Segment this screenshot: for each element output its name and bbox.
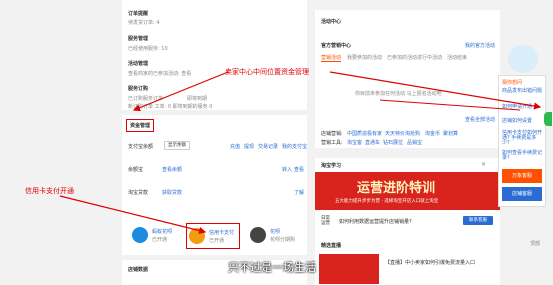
tab-joined[interactable]: 已参加的活动 xyxy=(387,54,417,61)
link-recharge[interactable]: 充值 xyxy=(230,143,240,150)
banner-sub: 五大能力提升步步为营 · 选择淘宝开店入口就上淘宝 xyxy=(335,199,439,204)
loan-label: 淘宝贷款 xyxy=(128,190,149,196)
learning-title: 淘宝学习 xyxy=(321,163,342,169)
live-caption[interactable]: 【直播】中小卖家如何引爆免费流量入口 xyxy=(385,260,493,266)
pay-item-title: 花呗 xyxy=(270,229,281,235)
activity-more-link[interactable]: 我的官方活动 xyxy=(465,42,495,49)
shop-data-title: 店铺数据 xyxy=(128,267,149,273)
annotation-credit-card: 信用卡支付开通 xyxy=(25,187,74,195)
service-manage-title: 服务管理 xyxy=(128,36,149,42)
activity-empty-text: 你目前未参加任何活动 马上报名活动吧 xyxy=(355,91,442,97)
alipay-icon xyxy=(132,227,148,243)
order-manage-title: 订单提醒 xyxy=(128,11,149,17)
link-jiyoujia[interactable]: 极有家 xyxy=(367,130,382,137)
order-pending[interactable]: 待发货订单: 4 xyxy=(128,19,159,26)
fund-panel: 资金管理 支付宝余额 显示余额 充值 提现 交易记录 我的支付宝 余额宝 查看余… xyxy=(122,115,307,255)
pay-item-credit-card[interactable]: 信用卡支付 已开通 xyxy=(186,223,240,249)
link-withdraw[interactable]: 提现 xyxy=(244,143,254,150)
pay-item-huabei[interactable]: 蚂蚁花呗 已开通 xyxy=(132,225,182,245)
pay-account-label: 支付宝余额 xyxy=(128,144,154,150)
side-handle-icon[interactable] xyxy=(544,112,552,126)
link-taojinbi[interactable]: 淘金币 xyxy=(425,130,440,137)
loan-value[interactable]: 获取贷款 xyxy=(162,189,182,196)
balance-value[interactable]: 查看余额 xyxy=(162,166,182,173)
shop-marketing-label: 店铺营销: xyxy=(321,131,343,137)
pay-item-sub: 花呗分期购 xyxy=(270,237,296,243)
live-thumbnail[interactable] xyxy=(319,254,379,284)
tab-ongoing[interactable]: 进行中活动 xyxy=(417,54,442,61)
float-help-panel: 猜你想问 商品发布出错问题 如何申请开通 店铺如何设置 信用卡支付如何开通? 手… xyxy=(498,75,546,207)
live-title: 精选直播 xyxy=(321,243,342,249)
wanxiang-service-button[interactable]: 万象客服 xyxy=(502,169,542,183)
link-pinxiaobao[interactable]: 品销宝 xyxy=(407,139,422,146)
back-to-top[interactable]: 顶部 xyxy=(530,240,540,247)
link-china-made[interactable]: 中国质造 xyxy=(347,130,367,137)
link-juhuasuan[interactable]: 聚划算 xyxy=(443,130,458,137)
daily-ops-tag: 日常 运营 xyxy=(321,216,330,226)
tab-ended[interactable]: 活动结束 xyxy=(447,54,467,61)
activity-desc[interactable]: 查看商家的已参加活动: 查看 xyxy=(128,70,191,77)
tab-want-join[interactable]: 我要参加的活动 xyxy=(347,54,382,61)
show-balance-button[interactable]: 显示余额 xyxy=(164,141,190,150)
shop-service-button[interactable]: 店铺客服 xyxy=(502,187,542,201)
balance-transfer-in[interactable]: 转入 xyxy=(282,166,292,173)
link-trade-record[interactable]: 交易记录 xyxy=(258,143,278,150)
balance-view[interactable]: 查看 xyxy=(294,166,304,173)
annotation-fund-center: 卖家中心中间位置资金管理 xyxy=(225,68,309,76)
installment-icon xyxy=(250,227,266,243)
learning-panel: 淘宝学习 ✕ 运营进阶特训 五大能力提升步步为营 · 选择淘宝开店入口就上淘宝 … xyxy=(315,158,500,285)
link-zuanshi[interactable]: 钻石展位 xyxy=(383,139,403,146)
tab-marketing[interactable]: 营销活动 xyxy=(321,54,342,62)
ad-banner[interactable]: 运营进阶特训 五大能力提升步步为营 · 选择淘宝开店入口就上淘宝 xyxy=(315,172,500,210)
activity-panel: 活动中心 官方营销中心 我的官方活动 营销活动 我要参加的活动 已参加的活动 进… xyxy=(315,10,500,148)
activity-section: 官方营销中心 xyxy=(321,43,352,49)
mascot-icon xyxy=(508,45,538,73)
left-column: 订单提醒 待发货订单: 4 服务管理 已经使用服务: 10 活动管理 查看商家的… xyxy=(122,0,307,110)
pay-item-title: 蚂蚁花呗 xyxy=(152,229,173,235)
loan-link[interactable]: 了解 xyxy=(294,189,304,196)
float-item[interactable]: 如何查看手续费记录? xyxy=(502,151,542,161)
pay-item-sub: 已开通 xyxy=(209,238,225,244)
marketing-tools-label: 营销工具: xyxy=(321,140,343,146)
pay-item-sub: 已开通 xyxy=(152,237,168,243)
service-order-note: 已订购服务订单 xyxy=(128,96,164,102)
link-tiantiantejia[interactable]: 天天特价 xyxy=(385,130,405,137)
float-item[interactable]: 店铺如何设置 xyxy=(502,117,532,124)
activity-manage-title: 活动管理 xyxy=(128,61,149,67)
service-used[interactable]: 已经使用服务: 10 xyxy=(128,45,168,52)
credit-card-icon xyxy=(189,228,205,244)
activity-title: 活动中心 xyxy=(321,19,342,25)
close-icon[interactable]: ✕ xyxy=(481,161,486,168)
float-item[interactable]: 信用卡支付如何开通? 手续费是多少? xyxy=(502,131,542,146)
view-all-activities[interactable]: 查看全部活动 xyxy=(465,116,495,123)
balance-label: 余额宝 xyxy=(128,167,144,173)
pay-item-installment[interactable]: 花呗 花呗分期购 xyxy=(250,225,305,245)
link-taoqianggou[interactable]: 淘抢购 xyxy=(405,130,420,137)
link-taobaoke[interactable]: 淘宝客 xyxy=(347,139,362,146)
float-title: 猜你想问 xyxy=(502,80,523,86)
link-my-alipay[interactable]: 我的支付宝 xyxy=(282,143,307,150)
banner-main: 运营进阶特训 xyxy=(357,181,436,196)
pay-item-title: 信用卡支付 xyxy=(209,230,235,236)
service-sub-note: 新订购订单 工单: 0 即将到期的服务 0 xyxy=(128,104,213,110)
service-order-right: 即将到期 xyxy=(187,96,208,102)
float-item[interactable]: 商品发布出错问题 xyxy=(502,89,542,94)
service-order-title: 服务订购 xyxy=(128,86,149,92)
video-subtitle: 只不过是一场生活 xyxy=(228,261,316,274)
contact-service-button[interactable]: 联系客服 xyxy=(463,216,493,225)
float-item[interactable]: 如何申请开通 xyxy=(502,103,532,110)
ops-question[interactable]: 如何利用数据运营提升店铺销量? xyxy=(339,218,412,225)
fund-title: 资金管理 xyxy=(126,119,155,132)
link-zhitongche[interactable]: 直通车 xyxy=(365,139,380,146)
